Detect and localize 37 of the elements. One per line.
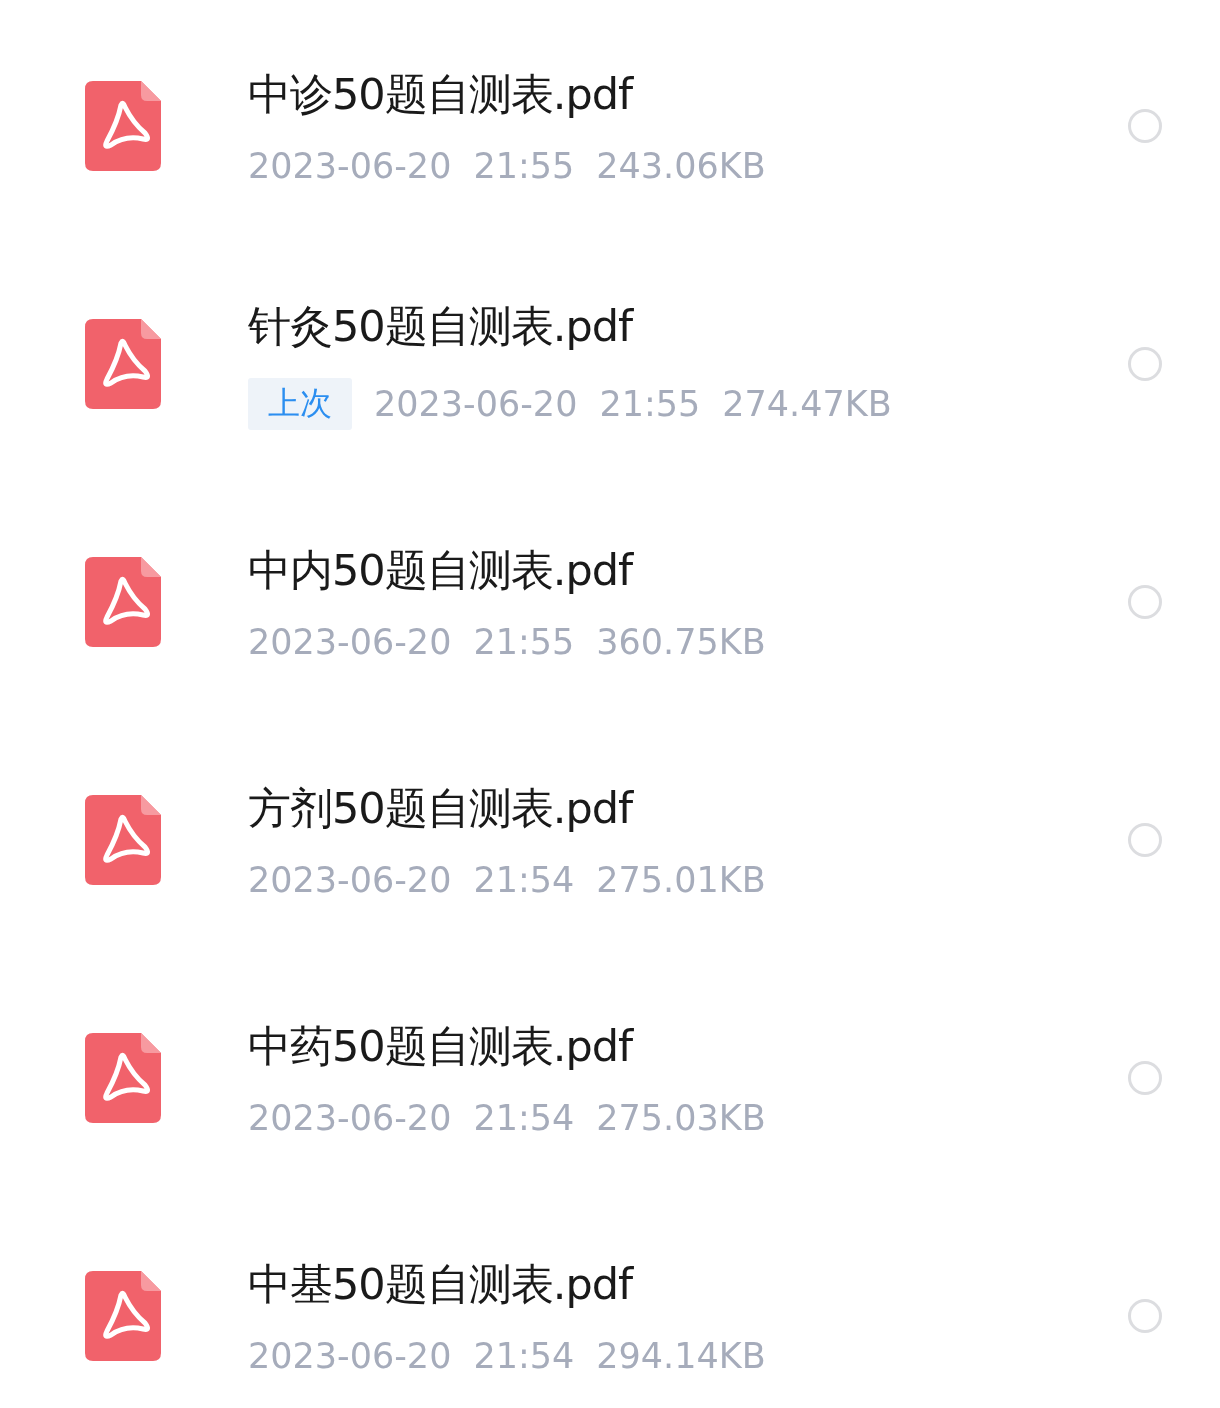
file-size: 274.47KB	[722, 384, 892, 424]
pdf-file-icon	[85, 319, 161, 409]
file-date: 2023-06-20	[248, 860, 452, 900]
last-opened-tag: 上次	[248, 378, 352, 430]
file-time: 21:55	[473, 146, 575, 186]
pdf-file-icon	[85, 1033, 161, 1123]
file-size: 360.75KB	[596, 622, 766, 662]
file-time: 21:55	[473, 622, 575, 662]
file-date: 2023-06-20	[248, 1336, 452, 1376]
file-date: 2023-06-20	[248, 1098, 452, 1138]
radio-button[interactable]	[1128, 1061, 1162, 1095]
file-name[interactable]: 方剂50题自测表.pdf	[248, 780, 1128, 838]
radio-button[interactable]	[1128, 347, 1162, 381]
radio-button[interactable]	[1128, 823, 1162, 857]
file-name[interactable]: 中药50题自测表.pdf	[248, 1018, 1128, 1076]
pdf-file-icon	[85, 1271, 161, 1361]
file-name[interactable]: 中内50题自测表.pdf	[248, 542, 1128, 600]
file-size: 275.01KB	[596, 860, 766, 900]
pdf-file-icon	[85, 557, 161, 647]
file-date: 2023-06-20	[248, 146, 452, 186]
pdf-file-icon	[85, 81, 161, 171]
radio-button[interactable]	[1128, 109, 1162, 143]
file-name[interactable]: 中基50题自测表.pdf	[248, 1256, 1128, 1314]
file-date: 2023-06-20	[374, 384, 578, 424]
pdf-file-icon	[85, 795, 161, 885]
radio-button[interactable]	[1128, 585, 1162, 619]
file-size: 275.03KB	[596, 1098, 766, 1138]
file-date: 2023-06-20	[248, 622, 452, 662]
file-size: 294.14KB	[596, 1336, 766, 1376]
file-time: 21:54	[473, 1336, 575, 1376]
file-time: 21:54	[473, 860, 575, 900]
file-size: 243.06KB	[596, 146, 766, 186]
file-name[interactable]: 中诊50题自测表.pdf	[248, 66, 1128, 124]
file-name[interactable]: 针灸50题自测表.pdf	[248, 298, 1128, 356]
radio-button[interactable]	[1128, 1299, 1162, 1333]
file-time: 21:54	[473, 1098, 575, 1138]
file-time: 21:55	[599, 384, 701, 424]
